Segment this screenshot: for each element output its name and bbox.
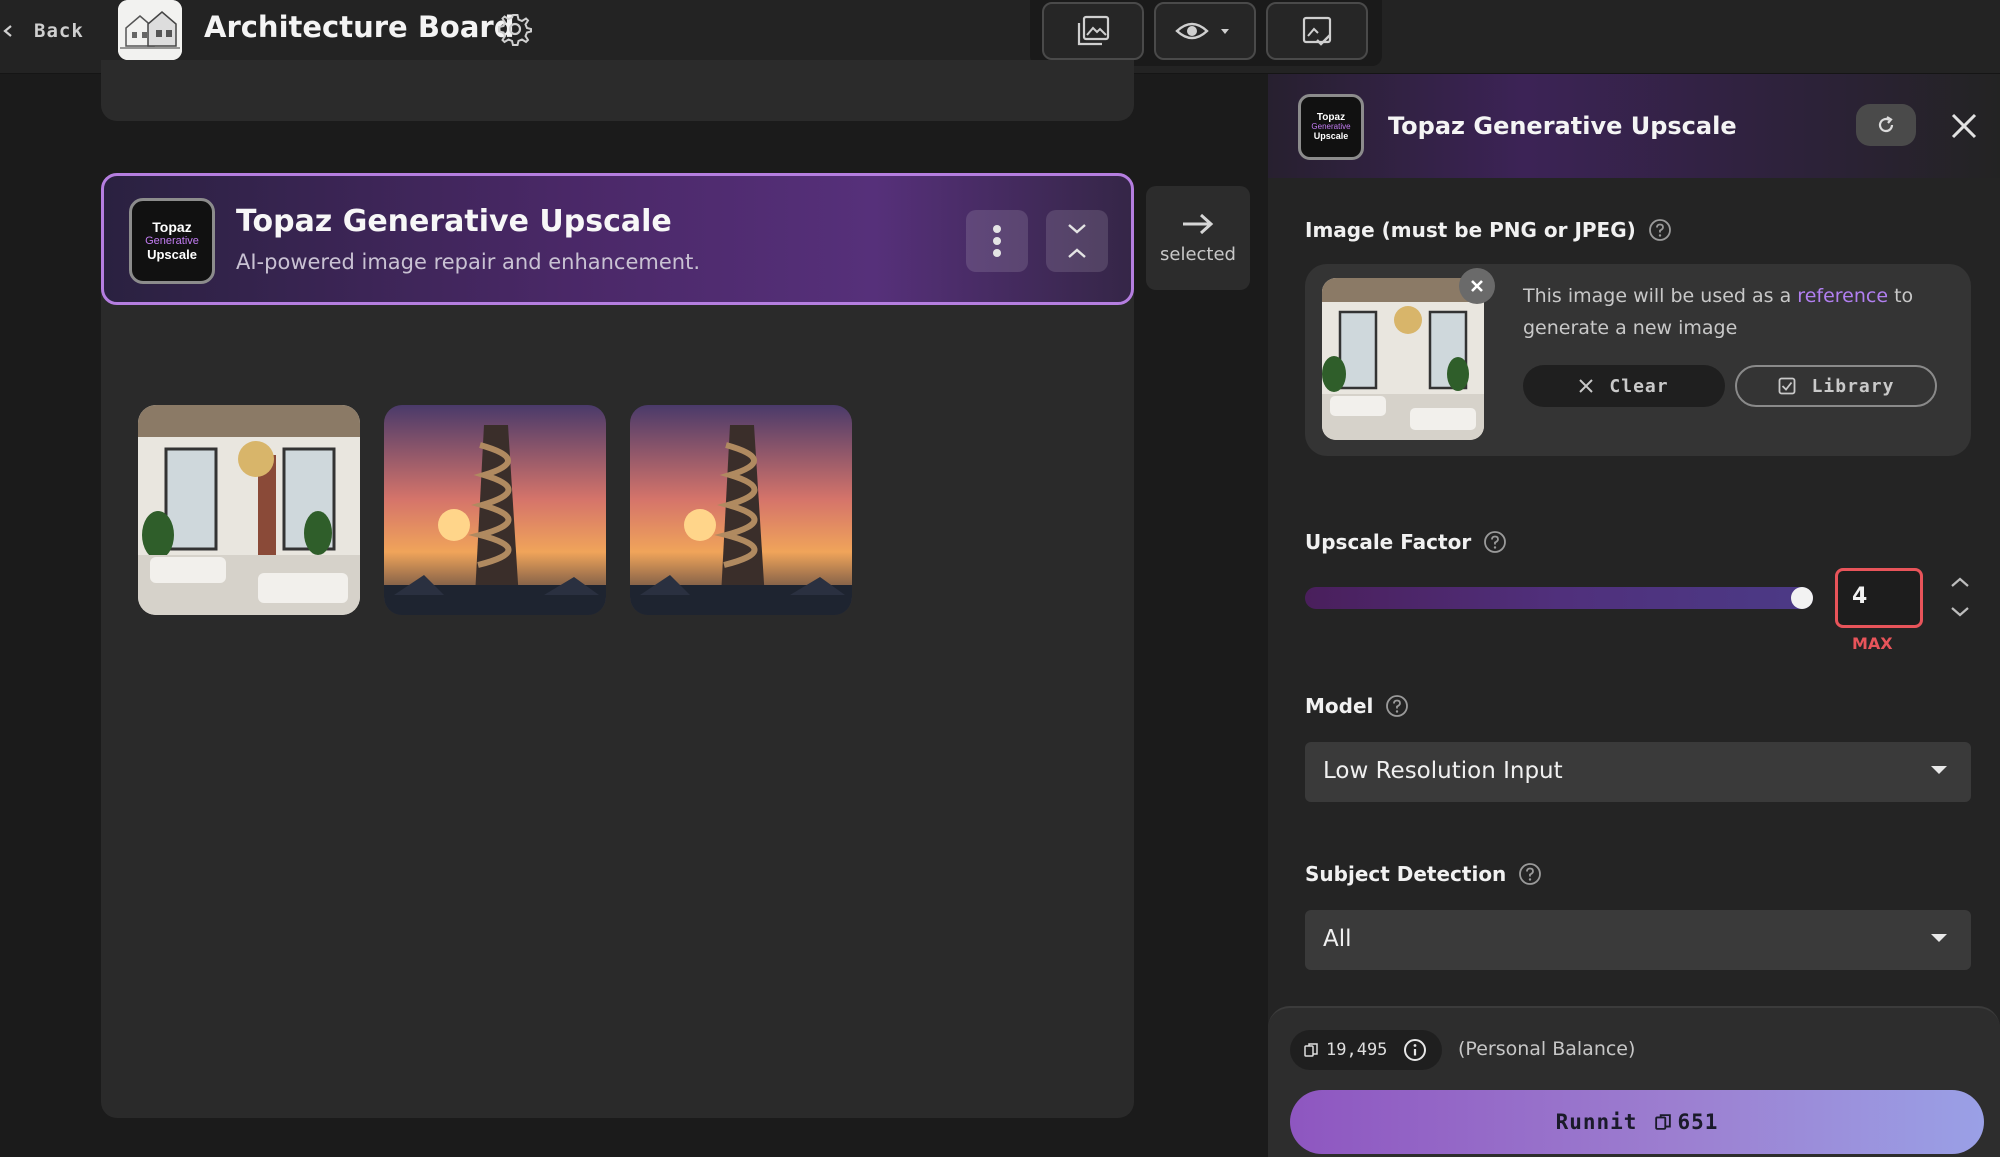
run-label: Runnit [1555, 1110, 1638, 1134]
checkbox-icon [1778, 377, 1795, 395]
collapse-chevrons-icon [1068, 224, 1086, 258]
spiral-tower-image [384, 405, 606, 615]
logo-line-1: Topaz [152, 219, 192, 236]
run-cost: 651 [1655, 1110, 1718, 1134]
library-label: Library [1811, 375, 1895, 397]
upscale-field-label: Upscale Factor [1305, 530, 1507, 554]
logo-line-3: Upscale [1313, 130, 1349, 141]
info-icon[interactable] [1403, 1038, 1427, 1062]
logo-line-3: Upscale [147, 246, 197, 262]
chevron-left-icon [3, 25, 12, 37]
image-description: This image will be used as a reference t… [1523, 280, 1953, 344]
refresh-button[interactable] [1856, 104, 1916, 146]
upscale-slider-thumb[interactable] [1791, 587, 1813, 609]
arrow-right-icon [1183, 213, 1214, 234]
previous-card [101, 60, 1134, 121]
gallery-icon [1077, 15, 1110, 46]
gallery-button[interactable] [1042, 2, 1144, 60]
house-sketch-icon [118, 0, 182, 60]
output-thumbnail-tower-2[interactable] [630, 405, 852, 615]
selected-label: selected [1160, 243, 1236, 265]
reference-link[interactable]: reference [1797, 285, 1888, 307]
upscale-label-text: Upscale Factor [1305, 530, 1472, 554]
remove-image-button[interactable] [1459, 268, 1495, 304]
model-value: Low Resolution Input [1323, 758, 1563, 784]
output-thumbnail-tower-1[interactable] [384, 405, 606, 615]
app-card [101, 173, 1134, 1118]
close-icon[interactable] [1948, 110, 1980, 142]
balance-value: 19,495 [1326, 1040, 1388, 1060]
logo-line-2: Generative [145, 235, 199, 248]
desc-before: This image will be used as a [1523, 285, 1798, 307]
selected-indicator[interactable]: selected [1146, 186, 1250, 290]
run-button[interactable]: Runnit 651 [1290, 1090, 1984, 1154]
close-icon [1471, 280, 1483, 292]
interior-image [1322, 278, 1484, 440]
topaz-logo: Topaz Generative Upscale [129, 198, 215, 284]
model-label-text: Model [1305, 694, 1374, 718]
caret-down-icon [1931, 934, 1947, 942]
help-icon[interactable] [1518, 862, 1542, 886]
library-button[interactable]: Library [1735, 365, 1937, 407]
subject-field-label: Subject Detection [1305, 862, 1542, 886]
image-upload-box: This image will be used as a reference t… [1305, 264, 1971, 456]
more-options-button[interactable] [966, 210, 1028, 272]
clear-button[interactable]: Clear [1523, 365, 1725, 407]
back-label: Back [34, 20, 84, 42]
model-select[interactable]: Low Resolution Input [1305, 742, 1971, 802]
balance-chip: 19,495 [1290, 1030, 1442, 1070]
app-header[interactable]: Topaz Generative Upscale Topaz Generativ… [101, 173, 1134, 305]
subject-label-text: Subject Detection [1305, 862, 1507, 886]
eye-icon [1175, 22, 1229, 40]
visibility-dropdown[interactable] [1154, 2, 1256, 60]
collapse-button[interactable] [1046, 210, 1108, 272]
app-title: Topaz Generative Upscale [236, 204, 672, 239]
back-button[interactable]: Back [0, 16, 84, 46]
panel-header: Topaz Generative Upscale Topaz Generativ… [1268, 74, 2000, 178]
review-button[interactable] [1266, 2, 1368, 60]
run-footer: 19,495 (Personal Balance) Runnit 651 [1268, 1006, 2000, 1157]
credits-icon [1655, 1114, 1672, 1130]
help-icon[interactable] [1483, 530, 1507, 554]
spiral-tower-image [630, 405, 852, 615]
upscale-slider-track[interactable] [1305, 587, 1813, 609]
clear-label: Clear [1609, 375, 1669, 397]
app-subtitle: AI-powered image repair and enhancement. [236, 250, 700, 274]
run-cost-value: 651 [1677, 1110, 1719, 1134]
image-label-text: Image (must be PNG or JPEG) [1305, 218, 1636, 242]
panel-title: Topaz Generative Upscale [1388, 112, 1737, 140]
settings-panel: Topaz Generative Upscale Topaz Generativ… [1268, 74, 2000, 1157]
gear-icon[interactable] [498, 12, 532, 46]
x-icon [1579, 379, 1594, 393]
max-label: MAX [1852, 634, 1893, 653]
model-field-label: Model [1305, 694, 1409, 718]
topaz-logo: Topaz Generative Upscale [1298, 94, 1364, 160]
credits-icon [1304, 1043, 1318, 1057]
help-icon[interactable] [1648, 218, 1672, 242]
board-thumbnail[interactable] [118, 0, 182, 60]
upscale-value-input[interactable]: 4 [1835, 568, 1923, 628]
image-field-label: Image (must be PNG or JPEG) [1305, 218, 1672, 242]
image-check-icon [1302, 16, 1332, 46]
board-title: Architecture Board [204, 10, 515, 44]
interior-image [138, 405, 360, 615]
reference-image [1322, 278, 1484, 440]
caret-down-icon [1931, 766, 1947, 774]
refresh-icon [1878, 116, 1894, 133]
subject-detection-select[interactable]: All [1305, 910, 1971, 970]
kebab-menu-icon [993, 225, 1001, 257]
output-thumbnail-interior[interactable] [138, 405, 360, 615]
balance-label: (Personal Balance) [1458, 1038, 1636, 1060]
help-icon[interactable] [1385, 694, 1409, 718]
subject-value: All [1323, 926, 1352, 952]
view-toolbar [1030, 0, 1382, 66]
stepper-icon[interactable] [1948, 574, 1972, 620]
